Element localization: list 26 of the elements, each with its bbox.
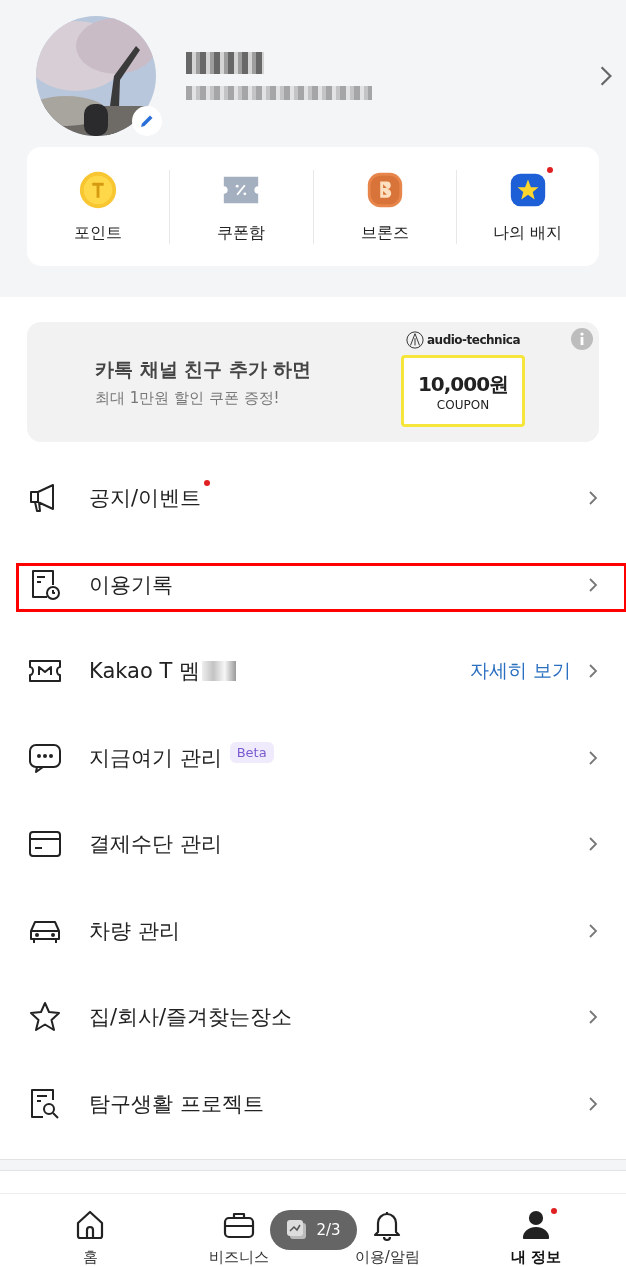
menu-item[interactable]: 결제수단 관리 — [89, 830, 222, 859]
nav-tab[interactable]: 홈 — [16, 1194, 165, 1267]
quick-link-label[interactable]: 브론즈 — [360, 223, 409, 244]
brand-name: audio-technica — [427, 333, 520, 347]
menu-item[interactable]: 이용기록 — [89, 570, 173, 599]
image-icon — [286, 1219, 309, 1241]
menu-item[interactable]: 지금여기 관리 — [89, 743, 222, 772]
beta-badge: Beta — [229, 742, 274, 764]
menu-item[interactable]: 차량 관리 — [89, 916, 180, 945]
nav-tab[interactable]: 내 정보 — [461, 1194, 610, 1267]
banner-title: 카톡 채널 친구 추가 하면 — [95, 356, 313, 382]
chevron-right-icon[interactable] — [599, 65, 613, 87]
promo-banner[interactable]: 카톡 채널 친구 추가 하면 최대 1만원 할인 쿠폰 증정! audio-technica 10,000원 COUPON — [27, 322, 599, 442]
menu-item[interactable]: 공지/이벤트 — [89, 484, 202, 513]
quick-link-label[interactable]: 포인트 — [74, 223, 123, 244]
banner-subtitle: 최대 1만원 할인 쿠폰 증정! — [95, 388, 281, 408]
triangle-logo-icon — [406, 331, 424, 349]
details-link[interactable]: 자세히 보기 — [469, 658, 571, 685]
quick-link-label[interactable]: 쿠폰함 — [217, 223, 266, 244]
coupon-ticket: 10,000원 COUPON — [401, 355, 525, 427]
menu-item[interactable]: Kakao T 멤 — [89, 657, 200, 686]
edit-icon[interactable] — [132, 106, 162, 136]
menu-item[interactable]: 집/회사/즐겨찾는장소 — [89, 1003, 293, 1032]
quick-link-label[interactable]: 나의 배지 — [493, 223, 563, 244]
menu-item[interactable]: 탐구생활 프로젝트 — [89, 1089, 264, 1118]
image-counter-toast: 2/3 — [270, 1210, 357, 1250]
